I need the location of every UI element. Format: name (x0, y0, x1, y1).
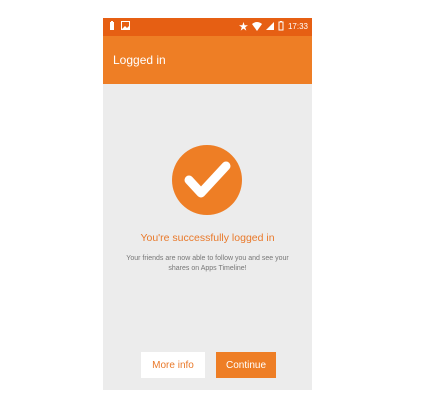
checkmark-circle-icon (171, 144, 243, 216)
status-bar: 17:33 (103, 18, 312, 36)
success-title: You're successfully logged in (140, 232, 275, 244)
more-info-button[interactable]: More info (141, 352, 205, 378)
status-right: 17:33 (238, 21, 308, 33)
battery-icon (109, 21, 115, 33)
page-title: Logged in (113, 53, 166, 67)
star-icon (238, 21, 248, 33)
success-description: Your friends are now able to follow you … (126, 255, 289, 272)
status-left (109, 21, 130, 33)
battery-icon (278, 21, 284, 33)
app-bar: Logged in (103, 36, 312, 84)
status-time: 17:33 (287, 22, 308, 31)
image-icon (121, 21, 130, 33)
continue-button[interactable]: Continue (216, 352, 276, 378)
phone-screen: 17:33 Logged in You're successfully logg… (103, 18, 312, 390)
wifi-icon (251, 21, 262, 33)
signal-icon (265, 22, 274, 32)
